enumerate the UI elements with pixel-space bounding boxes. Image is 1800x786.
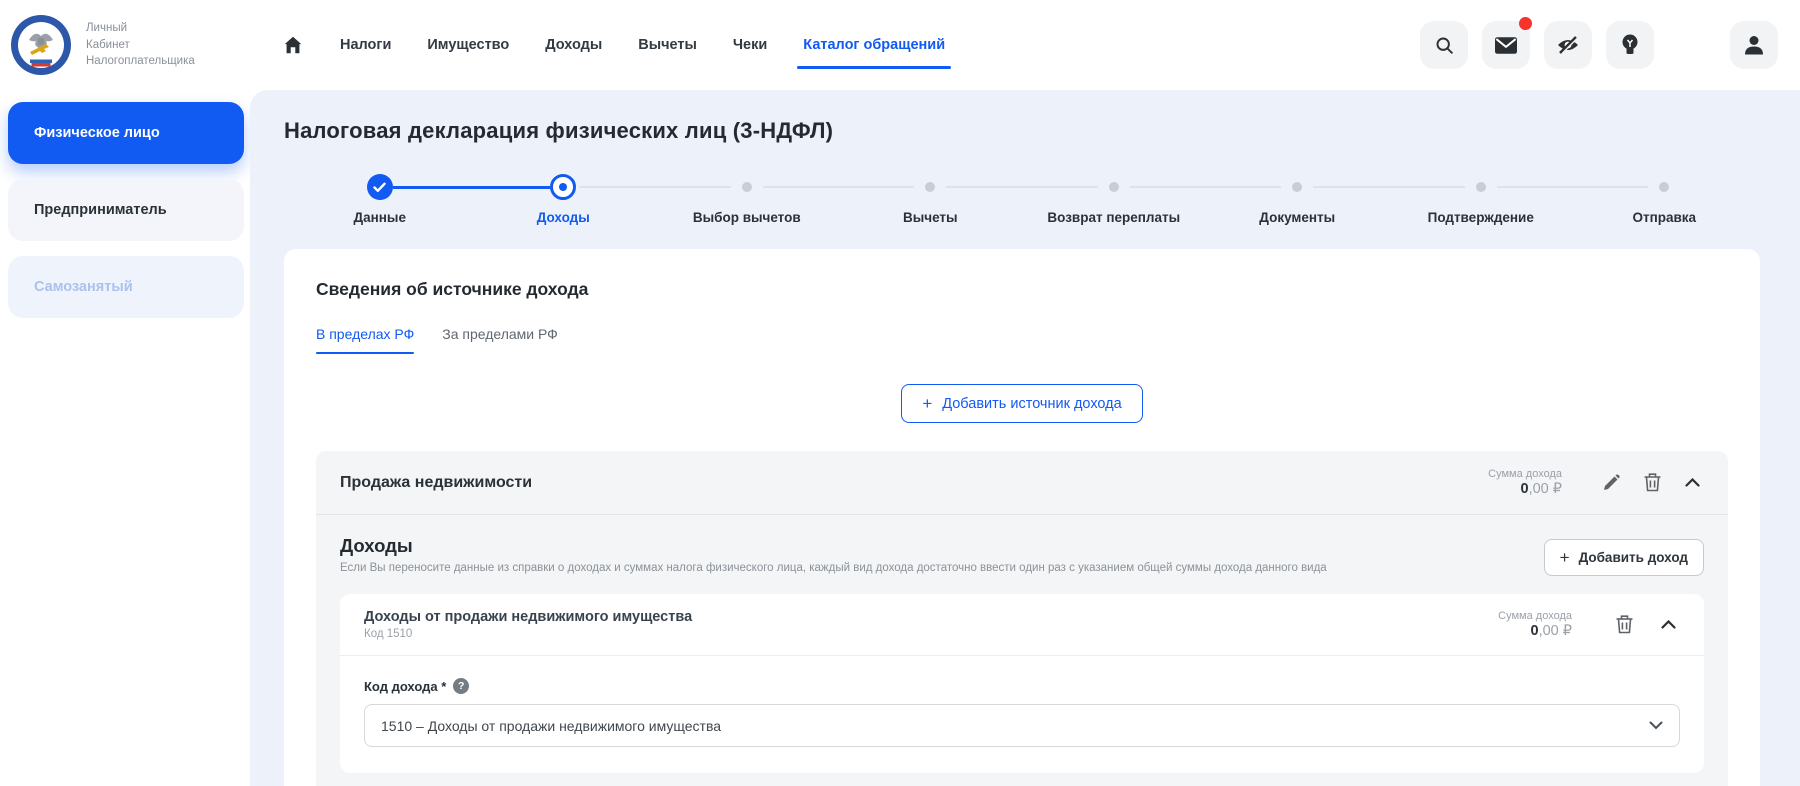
- income-source-sum: Сумма дохода 0,00 ₽: [1488, 468, 1562, 497]
- messages-button[interactable]: [1482, 17, 1532, 69]
- incomes-description: Если Вы переносите данные из справки о д…: [340, 562, 1327, 574]
- add-income-source-button[interactable]: + Добавить источник дохода: [901, 384, 1143, 423]
- income-item-title: Доходы от продажи недвижимого имущества: [364, 609, 693, 625]
- main-content: Налоговая декларация физических лиц (3-Н…: [250, 90, 1800, 786]
- trash-icon: [1616, 615, 1633, 634]
- delete-source-button[interactable]: [1640, 469, 1665, 496]
- step-upcoming-dot-icon: [1475, 182, 1486, 192]
- add-source-row: + Добавить источник дохода: [316, 384, 1728, 423]
- home-icon[interactable]: [282, 34, 304, 56]
- chevron-up-icon: [1685, 478, 1700, 487]
- income-code-select[interactable]: 1510 – Доходы от продажи недвижимого иму…: [364, 704, 1680, 747]
- step-upcoming-dot-icon: [1659, 182, 1670, 192]
- income-item-code: Код 1510: [364, 628, 413, 640]
- profile-button[interactable]: [1730, 21, 1778, 69]
- plus-icon: +: [1559, 548, 1570, 567]
- income-item-header[interactable]: Доходы от продажи недвижимого имущества …: [340, 594, 1704, 655]
- step-incomes[interactable]: Доходы: [392, 174, 656, 225]
- collapse-source-button[interactable]: [1681, 474, 1704, 491]
- collapse-income-button[interactable]: [1657, 616, 1680, 633]
- income-source-header[interactable]: Продажа недвижимости Сумма дохода 0,00 ₽: [316, 451, 1728, 514]
- chevron-down-icon: [1649, 721, 1663, 730]
- nav-item-requests-catalog[interactable]: Каталог обращений: [797, 0, 951, 90]
- income-source-tabs: В пределах РФ За пределами РФ: [316, 326, 1728, 354]
- income-source-title: Продажа недвижимости: [340, 473, 533, 491]
- plus-icon: +: [922, 394, 933, 413]
- income-code-field: Код дохода * ? 1510 – Доходы от продажи …: [340, 656, 1704, 773]
- sidebar-item-entrepreneur[interactable]: Предприниматель: [8, 179, 244, 241]
- app-root: Личный Кабинет Налогоплательщика Налоги …: [0, 0, 1800, 786]
- user-icon: [1744, 35, 1764, 56]
- nav-item-deductions[interactable]: Вычеты: [638, 0, 697, 90]
- incomes-head: Доходы Если Вы переносите данные из спра…: [340, 535, 1704, 576]
- topbar-actions: [1420, 17, 1778, 69]
- income-source-body: Доходы Если Вы переносите данные из спра…: [316, 515, 1728, 786]
- step-documents[interactable]: Документы: [1129, 174, 1390, 225]
- incomes-title: Доходы: [340, 535, 413, 556]
- lightbulb-icon: [1621, 34, 1639, 57]
- nav-item-receipts[interactable]: Чеки: [733, 0, 767, 90]
- search-icon: [1434, 35, 1455, 56]
- step-current-dot-icon: [550, 174, 577, 200]
- visibility-toggle-button[interactable]: [1544, 21, 1592, 69]
- delete-income-button[interactable]: [1612, 611, 1637, 638]
- brand: Личный Кабинет Налогоплательщика: [10, 14, 248, 76]
- pencil-icon: [1602, 474, 1620, 492]
- income-source-card: Сведения об источнике дохода В пределах …: [284, 249, 1760, 786]
- step-data[interactable]: Данные: [288, 174, 472, 225]
- add-income-button[interactable]: + Добавить доход: [1543, 539, 1704, 576]
- search-button[interactable]: [1420, 21, 1468, 69]
- sidebar: Физическое лицо Предприниматель Самозаня…: [0, 90, 250, 786]
- sidebar-item-self-employed[interactable]: Самозанятый: [8, 256, 244, 318]
- step-upcoming-dot-icon: [925, 182, 936, 192]
- card-title: Сведения об источнике дохода: [316, 279, 589, 299]
- income-code-label: Код дохода *: [364, 678, 447, 694]
- page-title: Налоговая декларация физических лиц (3-Н…: [284, 118, 834, 143]
- edit-source-button[interactable]: [1598, 470, 1624, 496]
- step-sending[interactable]: Отправка: [1496, 174, 1757, 225]
- declaration-stepper: Данные Доходы Выбор вычетов Вычеты Возвр…: [288, 174, 1756, 225]
- brand-title: Личный Кабинет Налогоплательщика: [86, 21, 195, 68]
- eye-off-icon: [1556, 35, 1580, 55]
- tips-button[interactable]: [1606, 21, 1654, 69]
- notification-dot: [1519, 17, 1532, 30]
- chevron-up-icon: [1661, 620, 1676, 629]
- step-overpayment-refund[interactable]: Возврат переплаты: [946, 174, 1206, 225]
- sidebar-item-individual[interactable]: Физическое лицо: [8, 102, 244, 164]
- step-upcoming-dot-icon: [1108, 182, 1119, 192]
- income-source-accordion: Продажа недвижимости Сумма дохода 0,00 ₽: [316, 451, 1728, 786]
- step-completed-check-icon: [366, 174, 393, 200]
- nav-item-property[interactable]: Имущество: [427, 0, 509, 90]
- step-deductions[interactable]: Вычеты: [762, 174, 1023, 225]
- nav-item-incomes[interactable]: Доходы: [545, 0, 602, 90]
- income-item-sum: Сумма дохода 0,00 ₽: [1498, 610, 1572, 639]
- trash-icon: [1644, 473, 1661, 492]
- help-icon[interactable]: ?: [453, 678, 470, 694]
- tab-outside-rf[interactable]: За пределами РФ: [442, 326, 558, 354]
- mail-icon: [1495, 36, 1517, 54]
- fns-emblem-logo: [10, 14, 72, 76]
- main-nav: Налоги Имущество Доходы Вычеты Чеки Ката…: [282, 0, 951, 90]
- tab-within-rf[interactable]: В пределах РФ: [316, 326, 415, 354]
- top-bar: Личный Кабинет Налогоплательщика Налоги …: [0, 0, 1800, 90]
- step-upcoming-dot-icon: [1292, 182, 1303, 192]
- income-code-select-value: 1510 – Доходы от продажи недвижимого иму…: [381, 717, 722, 734]
- step-upcoming-dot-icon: [741, 182, 752, 192]
- step-confirmation[interactable]: Подтверждение: [1313, 174, 1573, 225]
- step-deduction-choice[interactable]: Выбор вычетов: [579, 174, 839, 225]
- income-item-card: Доходы от продажи недвижимого имущества …: [340, 594, 1704, 773]
- nav-item-taxes[interactable]: Налоги: [340, 0, 391, 90]
